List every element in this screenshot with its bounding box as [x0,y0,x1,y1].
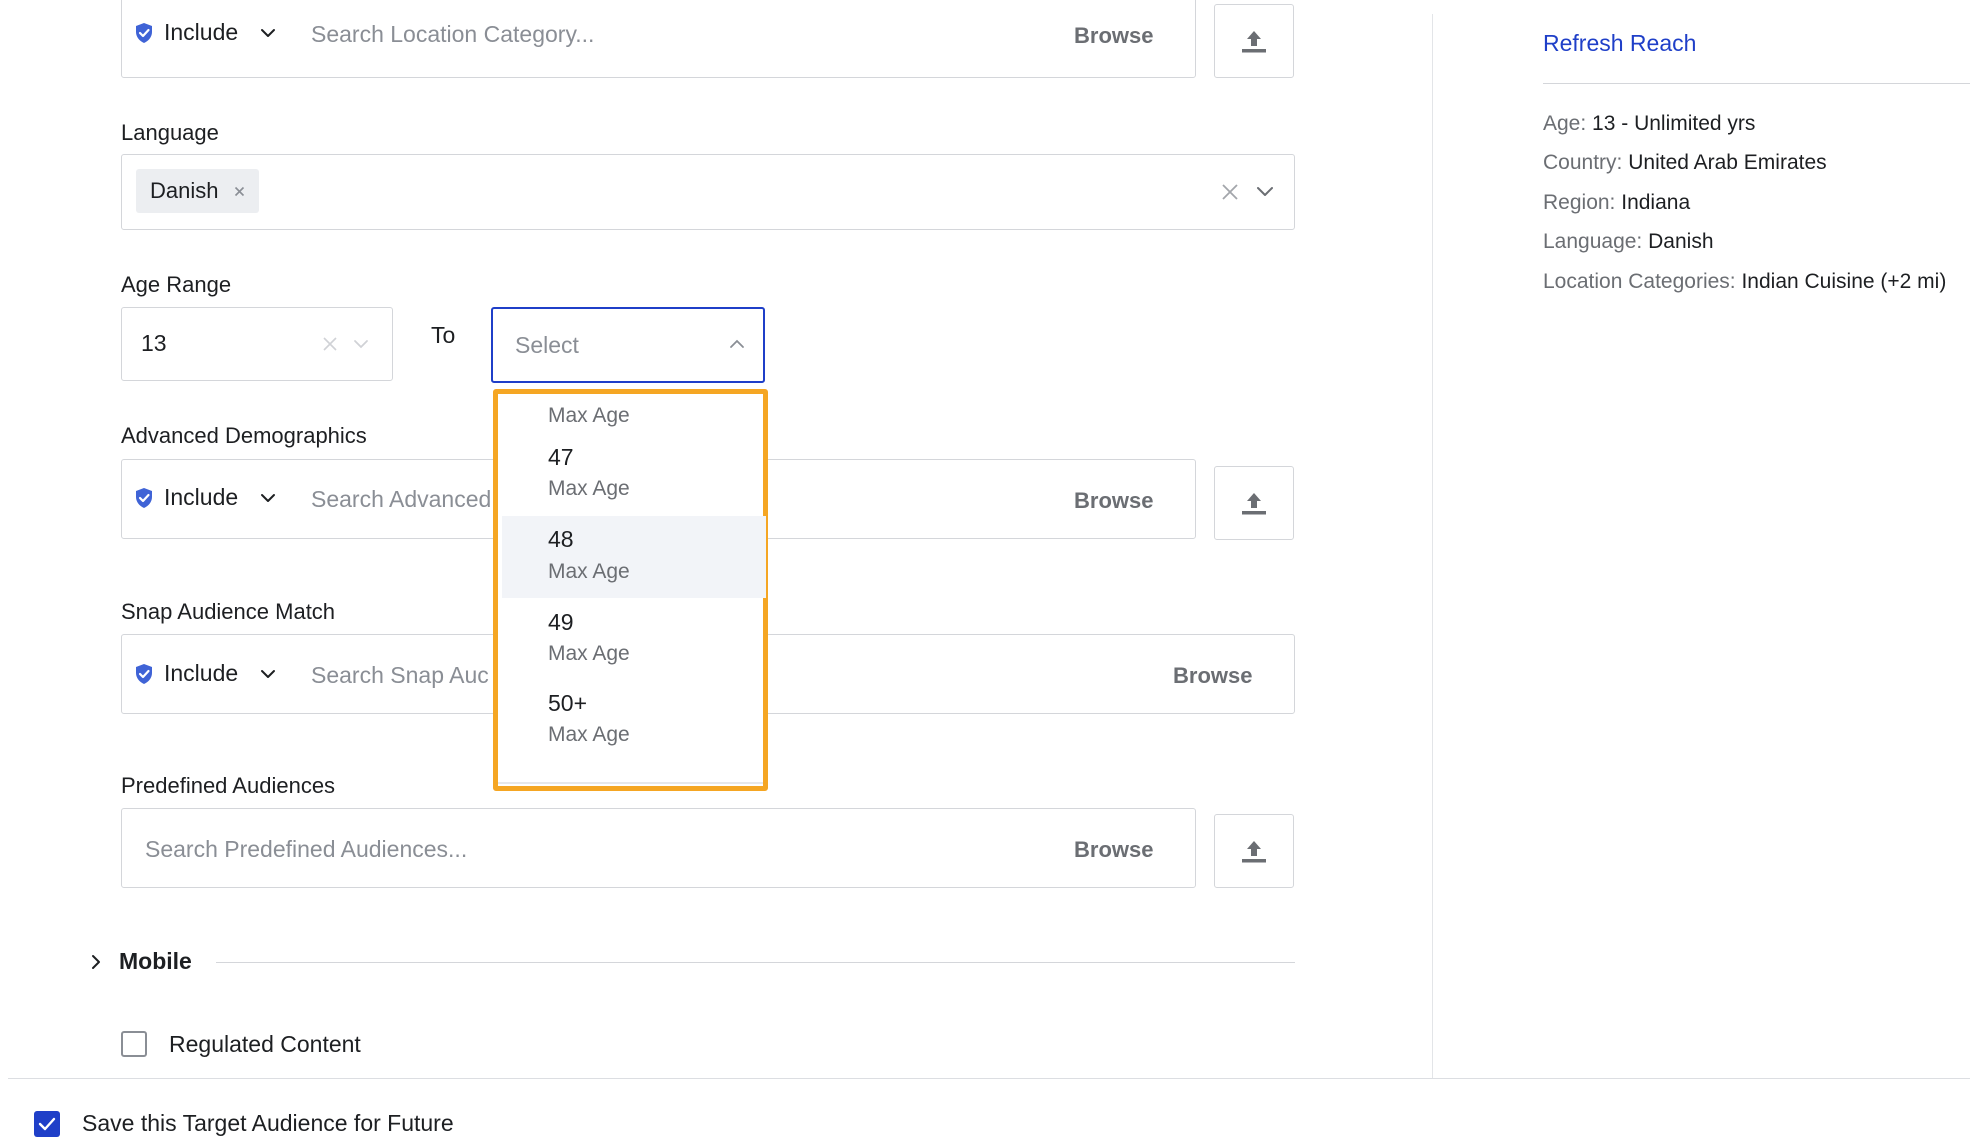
location-search-input[interactable]: Search Location Category... [311,21,594,48]
chevron-right-icon [90,954,102,970]
chevron-down-icon[interactable] [353,339,369,349]
chevron-down-icon [260,669,276,679]
language-select[interactable]: Danish [121,154,1295,230]
snap-include-select[interactable]: Include [134,660,276,687]
min-age-value: 13 [141,330,167,356]
predefined-search-input[interactable]: Search Predefined Audiences... [145,836,467,863]
summary-value: 13 - Unlimited yrs [1592,112,1756,135]
upload-icon [1240,490,1268,516]
summary-value: United Arab Emirates [1628,151,1827,174]
mobile-section-toggle[interactable]: Mobile [90,948,192,975]
upload-icon [1240,838,1268,864]
snap-include-label: Include [164,660,239,686]
snap-browse-button[interactable]: Browse [1173,663,1252,689]
predefined-audiences-field[interactable]: Search Predefined Audiences... Browse [121,808,1196,888]
language-label: Language [121,120,219,145]
location-browse-button[interactable]: Browse [1074,23,1153,49]
summary-key: Region: [1543,191,1616,214]
summary-row-language: Language: Danish [1543,230,1714,254]
option-sub: Max Age [548,477,630,500]
option-value: 48 [548,526,574,552]
summary-row-region: Region: Indiana [1543,191,1690,215]
location-category-field[interactable]: Include Search Location Category... Brow… [121,0,1196,78]
max-age-dropdown: Max Age 47 Max Age 48 Max Age 49 Max Age… [493,389,768,791]
clear-icon[interactable] [1221,183,1239,201]
option-sub: Max Age [548,404,630,427]
option-sub: Max Age [548,723,630,746]
language-tag: Danish [136,169,260,213]
advanced-upload-button[interactable] [1214,466,1294,540]
panel-divider [1432,14,1433,1078]
summary-value: Indian Cuisine (+2 mi) [1741,270,1947,293]
advanced-demographics-label: Advanced Demographics [121,423,367,448]
regulated-content-label: Regulated Content [169,1031,361,1057]
predefined-browse-button[interactable]: Browse [1074,837,1153,863]
summary-key: Location Categories: [1543,270,1736,293]
summary-value: Danish [1648,230,1714,253]
max-age-select[interactable]: Select [491,307,765,383]
chevron-down-icon [260,493,276,503]
location-upload-button[interactable] [1214,4,1294,78]
regulated-content-checkbox[interactable] [121,1031,147,1057]
advanced-search-input[interactable]: Search Advanced [311,486,491,513]
chevron-up-icon [729,339,745,349]
age-to-label: To [431,322,456,348]
option-sub: Max Age [548,642,630,665]
location-include-select[interactable]: Include [134,19,276,46]
predefined-upload-button[interactable] [1214,814,1294,888]
advanced-browse-button[interactable]: Browse [1074,488,1153,514]
shield-check-icon [134,663,154,685]
shield-check-icon [134,22,154,44]
language-tag-label: Danish [150,178,219,203]
shield-check-icon [134,487,154,509]
dropdown-shadow-line [498,782,763,784]
location-include-label: Include [164,19,239,45]
summary-key: Language: [1543,230,1643,253]
upload-icon [1240,28,1268,54]
refresh-reach-link[interactable]: Refresh Reach [1543,30,1696,57]
summary-row-location-categories: Location Categories: Indian Cuisine (+2 … [1543,270,1946,294]
max-age-placeholder: Select [515,332,579,358]
clear-icon[interactable] [322,336,338,352]
predefined-audiences-label: Predefined Audiences [121,773,336,798]
save-audience-checkbox[interactable] [34,1111,60,1137]
summary-value: Indiana [1621,191,1691,214]
dropdown-option[interactable]: 47 Max Age [502,434,766,516]
option-value: 49 [548,609,574,635]
footer-divider [8,1078,1970,1079]
dropdown-option[interactable]: 50+ Max Age [502,680,766,762]
check-icon [38,1117,56,1131]
option-sub: Max Age [548,560,630,583]
age-range-label: Age Range [121,272,232,297]
dropdown-option[interactable]: 49 Max Age [502,598,766,680]
snap-search-input[interactable]: Search Snap Auc [311,662,489,689]
mobile-divider [216,962,1295,963]
close-icon[interactable] [234,186,245,197]
summary-key: Country: [1543,151,1623,174]
chevron-down-icon [260,28,276,38]
summary-row-country: Country: United Arab Emirates [1543,151,1827,175]
mobile-section-label: Mobile [119,948,192,974]
save-audience-label: Save this Target Audience for Future [82,1110,454,1136]
summary-row-age: Age: 13 - Unlimited yrs [1543,112,1755,136]
summary-divider [1543,83,1970,84]
option-value: 47 [548,444,574,470]
dropdown-option-highlighted[interactable]: 48 Max Age [502,516,766,598]
chevron-down-icon[interactable] [1256,186,1274,197]
advanced-include-label: Include [164,484,239,510]
advanced-include-select[interactable]: Include [134,484,276,511]
summary-key: Age: [1543,112,1587,135]
dropdown-option-partial[interactable]: Max Age [502,394,766,434]
min-age-select[interactable]: 13 [121,307,393,381]
snap-audience-match-label: Snap Audience Match [121,599,336,624]
option-value: 50+ [548,690,588,716]
